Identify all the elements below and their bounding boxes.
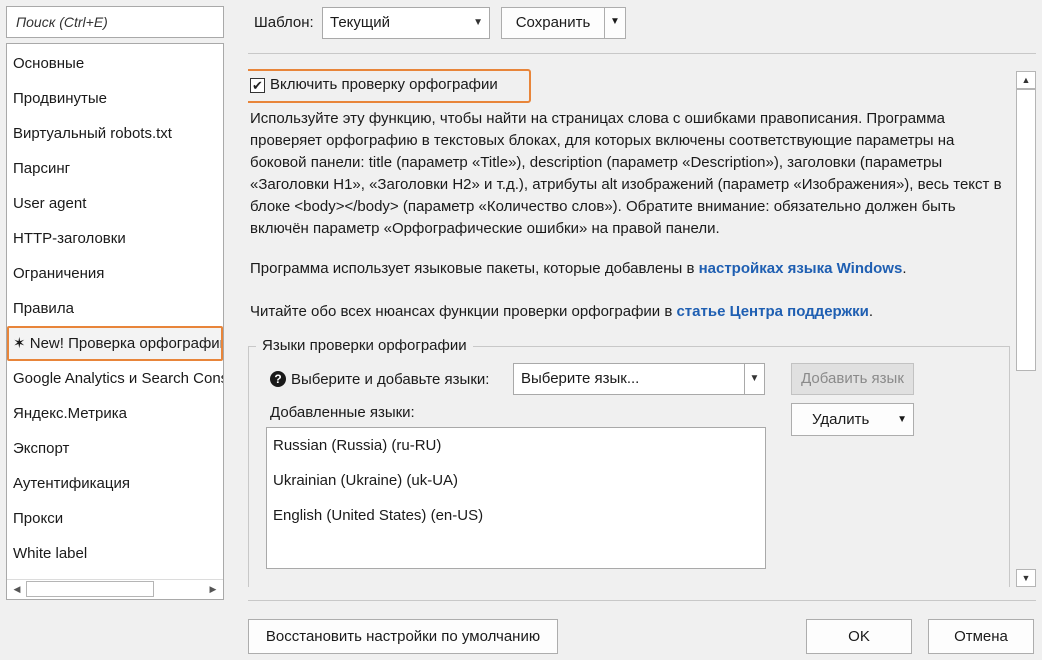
lang-packs-end: . (902, 260, 907, 277)
bottom-divider (248, 600, 1036, 601)
chevron-down-icon: ▼ (473, 17, 483, 28)
delete-language-label: Удалить (812, 411, 870, 428)
reset-defaults-button[interactable]: Восстановить настройки по умолчанию (248, 619, 558, 654)
languages-group-title: Языки проверки орфографии (256, 337, 473, 354)
top-divider (248, 53, 1036, 54)
sidebar-item-parsing[interactable]: Парсинг (7, 151, 223, 186)
sidebar-item-user-agent[interactable]: User agent (7, 186, 223, 221)
template-select-value: Текущий (330, 14, 390, 31)
checkmark-icon: ✔ (252, 78, 263, 93)
sidebar-item-proxy[interactable]: Прокси (7, 501, 223, 536)
list-item[interactable]: Russian (Russia) (ru-RU) (267, 428, 765, 463)
cancel-button[interactable]: Отмена (928, 619, 1034, 654)
scroll-right-icon[interactable]: ▶ (204, 581, 222, 598)
list-item[interactable]: Ukrainian (Ukraine) (uk-UA) (267, 463, 765, 498)
support-article-link[interactable]: статье Центра поддержки (676, 303, 868, 320)
sidebar-item-auth[interactable]: Аутентификация (7, 466, 223, 501)
sidebar-item-yandex-metrica[interactable]: Яндекс.Метрика (7, 396, 223, 431)
windows-language-settings-link[interactable]: настройках языка Windows (699, 260, 903, 277)
enable-spellcheck-checkbox[interactable]: ✔ (250, 78, 265, 93)
added-languages-label: Добавленные языки: (270, 404, 415, 421)
chevron-down-icon: ▼ (744, 364, 764, 394)
lang-packs-text: Программа использует языковые пакеты, ко… (250, 258, 1008, 280)
save-button[interactable]: Сохранить (501, 7, 605, 39)
sidebar-item-advanced[interactable]: Продвинутые (7, 81, 223, 116)
scroll-up-icon[interactable]: ▲ (1016, 71, 1036, 89)
add-language-button[interactable]: Добавить язык (791, 363, 914, 395)
search-input[interactable]: Поиск (Ctrl+E) (6, 6, 224, 38)
nav-horizontal-scrollbar[interactable]: ◀ ▶ (7, 579, 223, 599)
sidebar-item-spellcheck[interactable]: ✶ New! Проверка орфографии (7, 326, 223, 361)
select-language-label: Выберите и добавьте языки: (291, 371, 490, 388)
scroll-thumb[interactable] (1016, 89, 1036, 371)
sidebar-item-rules[interactable]: Правила (7, 291, 223, 326)
list-item[interactable]: English (United States) (en-US) (267, 498, 765, 533)
sidebar-item-robots[interactable]: Виртуальный robots.txt (7, 116, 223, 151)
sidebar-item-export[interactable]: Экспорт (7, 431, 223, 466)
spellcheck-description: Используйте эту функцию, чтобы найти на … (250, 110, 1002, 237)
ok-button[interactable]: OK (806, 619, 912, 654)
template-label: Шаблон: (254, 14, 314, 31)
sidebar-item-google[interactable]: Google Analytics и Search Console (7, 361, 223, 396)
language-select[interactable]: Выберите язык... ▼ (513, 363, 765, 395)
sidebar-item-limits[interactable]: Ограничения (7, 256, 223, 291)
sidebar-item-basic[interactable]: Основные (7, 46, 223, 81)
question-circle-icon[interactable]: ? (270, 371, 286, 387)
spellcheck-settings-panel: ✔ Включить проверку орфографии Используй… (248, 69, 1010, 587)
lang-packs-prefix: Программа использует языковые пакеты, ко… (250, 260, 699, 277)
chevron-down-icon: ▼ (897, 414, 907, 425)
save-dropdown-button[interactable]: ▼ (604, 7, 626, 39)
scroll-thumb[interactable] (26, 581, 154, 597)
sidebar-item-http-headers[interactable]: HTTP-заголовки (7, 221, 223, 256)
delete-language-button[interactable]: Удалить ▼ (791, 403, 914, 436)
template-select[interactable]: Текущий ▼ (322, 7, 490, 39)
language-select-placeholder: Выберите язык... (521, 370, 640, 387)
help-prefix: Читайте обо всех нюансах функции проверк… (250, 303, 677, 320)
help-end: . (868, 303, 874, 320)
chevron-down-icon: ▼ (610, 16, 620, 27)
sidebar-item-white-label[interactable]: White label (7, 536, 223, 571)
settings-nav-list[interactable]: Основные Продвинутые Виртуальный robots.… (6, 43, 224, 600)
scroll-down-icon[interactable]: ▼ (1016, 569, 1036, 587)
help-text: Читайте обо всех нюансах функции проверк… (250, 301, 1008, 323)
enable-spellcheck-label[interactable]: Включить проверку орфографии (270, 76, 498, 93)
added-languages-list[interactable]: Russian (Russia) (ru-RU) Ukrainian (Ukra… (266, 427, 766, 569)
content-vertical-scrollbar[interactable]: ▲ ▼ (1016, 69, 1036, 587)
scroll-left-icon[interactable]: ◀ (8, 581, 26, 598)
